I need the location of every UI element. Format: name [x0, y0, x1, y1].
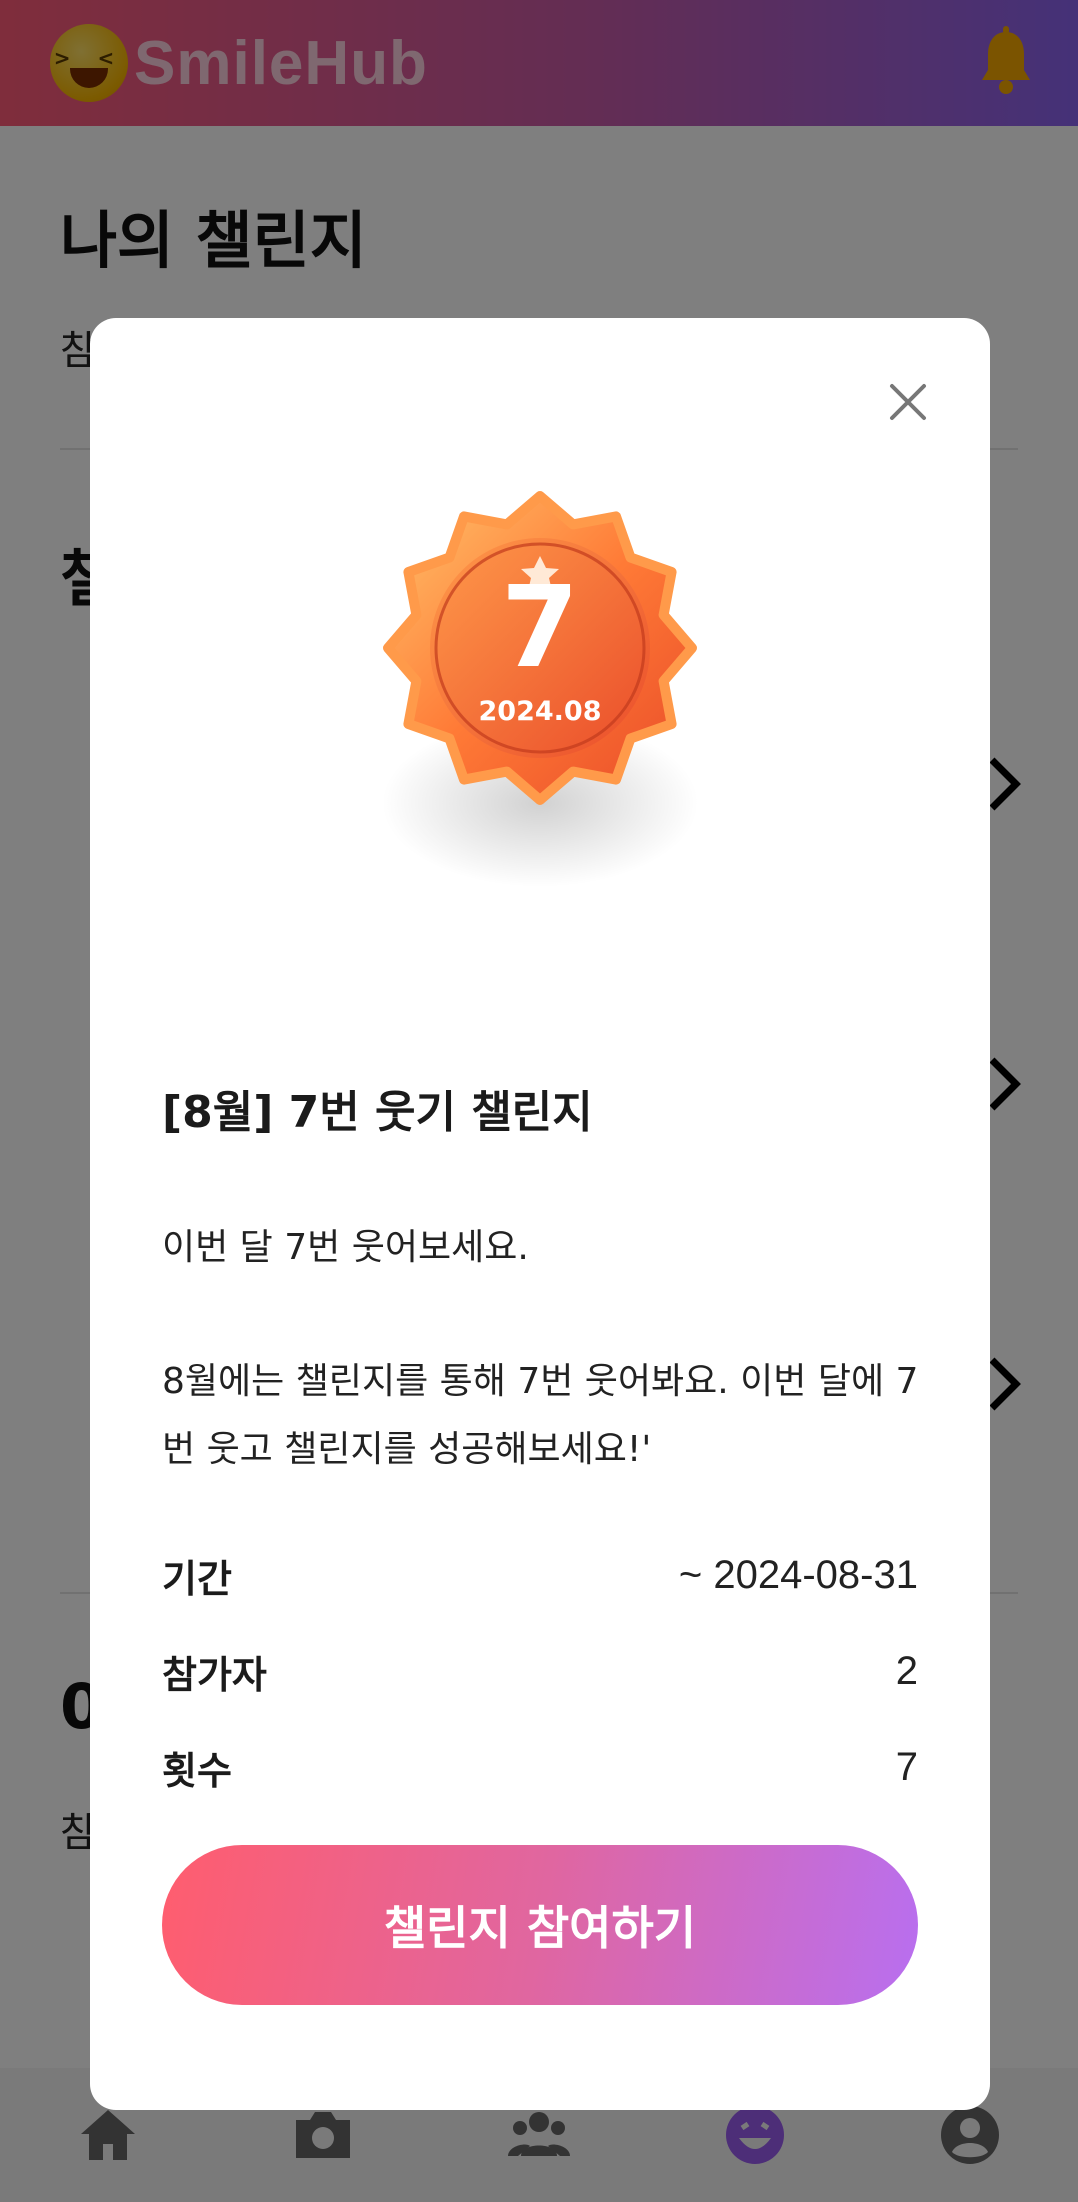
info-value: 2 [895, 1649, 918, 1693]
challenge-summary: 이번 달 7번 웃어보세요. [162, 1227, 529, 1268]
info-row-count: 횟수 7 [162, 1740, 918, 1795]
close-icon[interactable] [886, 380, 930, 424]
challenge-badge: 7 2024.08 [90, 488, 990, 908]
info-value: 7 [895, 1745, 918, 1789]
info-label: 기간 [162, 1557, 232, 1601]
challenge-title: [8월] 7번 웃기 챌린지 [162, 1087, 593, 1138]
join-challenge-button[interactable]: 챌린지 참여하기 [162, 1845, 918, 2005]
badge-date: 2024.08 [478, 696, 602, 727]
info-label: 횟수 [162, 1749, 232, 1793]
info-value: ~ 2024-08-31 [678, 1553, 918, 1597]
challenge-description: 8월에는 챌린지를 통해 7번 웃어봐요. 이번 달에 7번 웃고 챌린지를 성… [162, 1361, 919, 1470]
badge-number: 7 [501, 563, 579, 693]
info-row-period: 기간 ~ 2024-08-31 [162, 1548, 918, 1603]
challenge-modal: 7 2024.08 [8월] 7번 웃기 챌린지 이번 달 7번 웃어보세요. … [90, 318, 990, 2110]
info-row-participants: 참가자 2 [162, 1644, 918, 1699]
info-label: 참가자 [162, 1653, 267, 1697]
join-challenge-label: 챌린지 참여하기 [383, 1901, 697, 1955]
